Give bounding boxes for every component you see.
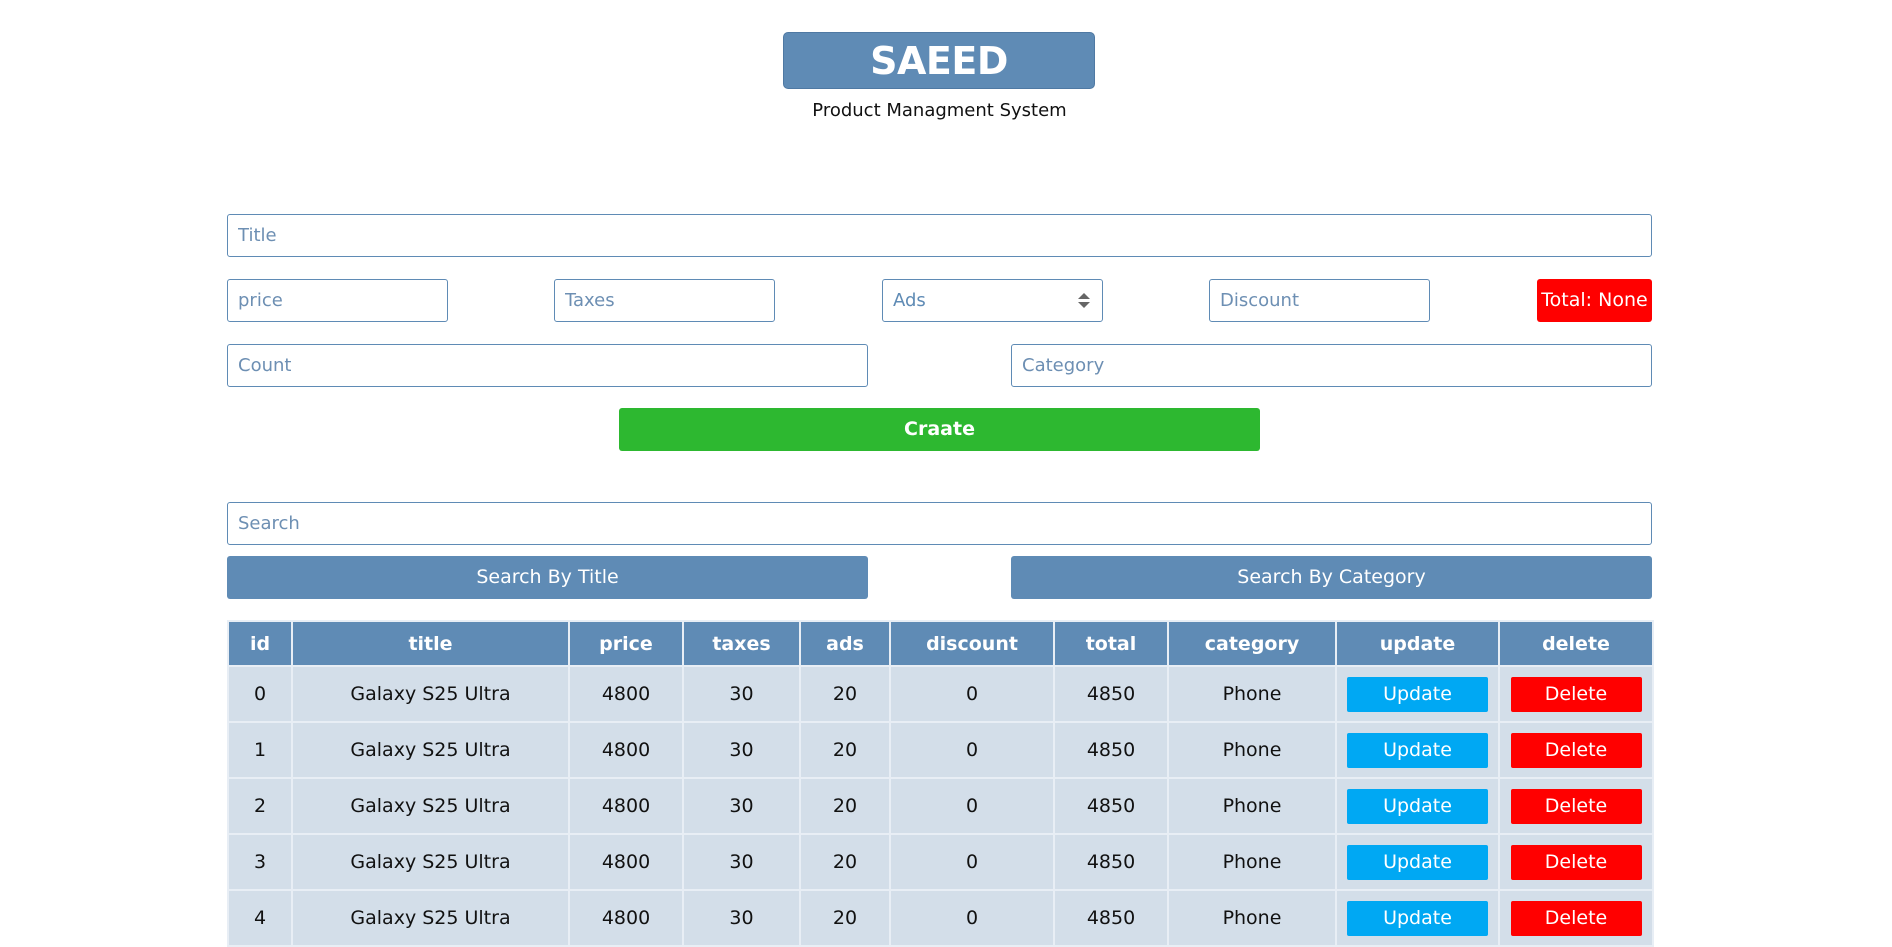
- column-header-title: title: [291, 620, 570, 667]
- column-header-delete: delete: [1498, 620, 1654, 667]
- cell-ads: 20: [799, 777, 891, 835]
- cell-total: 4850: [1053, 721, 1169, 779]
- cell-taxes: 30: [682, 777, 801, 835]
- cell-delete: Delete: [1498, 665, 1654, 723]
- cell-taxes: 30: [682, 665, 801, 723]
- search-by-category-button[interactable]: Search By Category: [1011, 556, 1652, 599]
- cell-total: 4850: [1053, 665, 1169, 723]
- cell-ads: 20: [799, 889, 891, 947]
- cell-price: 4800: [568, 777, 684, 835]
- cell-price: 4800: [568, 721, 684, 779]
- cell-total: 4850: [1053, 777, 1169, 835]
- cell-discount: 0: [889, 665, 1055, 723]
- cell-id: 1: [227, 721, 293, 779]
- cell-price: 4800: [568, 889, 684, 947]
- cell-discount: 0: [889, 833, 1055, 891]
- cell-taxes: 30: [682, 833, 801, 891]
- column-header-total: total: [1053, 620, 1169, 667]
- cell-discount: 0: [889, 889, 1055, 947]
- update-button[interactable]: Update: [1347, 788, 1488, 824]
- cell-id: 3: [227, 833, 293, 891]
- cell-id: 4: [227, 889, 293, 947]
- cell-taxes: 30: [682, 721, 801, 779]
- cell-category: Phone: [1167, 889, 1337, 947]
- cell-ads: 20: [799, 833, 891, 891]
- table-row: 1 Galaxy S25 Ultra 4800 30 20 0 4850 Pho…: [227, 721, 1654, 779]
- column-header-id: id: [227, 620, 293, 667]
- search-by-title-button[interactable]: Search By Title: [227, 556, 868, 599]
- title-input[interactable]: [227, 214, 1652, 257]
- brand-title: SAEED Baaidhan: [783, 32, 1095, 140]
- cell-category: Phone: [1167, 665, 1337, 723]
- table-row: 3 Galaxy S25 Ultra 4800 30 20 0 4850 Pho…: [227, 833, 1654, 891]
- delete-button[interactable]: Delete: [1510, 844, 1642, 880]
- total-badge: Total: None: [1537, 279, 1652, 322]
- taxes-input[interactable]: [554, 279, 775, 322]
- cell-category: Phone: [1167, 833, 1337, 891]
- column-header-taxes: taxes: [682, 620, 801, 667]
- column-header-price: price: [568, 620, 684, 667]
- cell-title: Galaxy S25 Ultra: [291, 777, 570, 835]
- category-input[interactable]: [1011, 344, 1652, 387]
- cell-update: Update: [1335, 665, 1500, 723]
- cell-title: Galaxy S25 Ultra: [291, 721, 570, 779]
- ads-input[interactable]: Ads: [882, 279, 1103, 322]
- delete-button[interactable]: Delete: [1510, 900, 1642, 936]
- table-header-row: id title price taxes ads discount total …: [227, 620, 1654, 667]
- cell-title: Galaxy S25 Ultra: [291, 833, 570, 891]
- cell-category: Phone: [1167, 777, 1337, 835]
- delete-button[interactable]: Delete: [1510, 788, 1642, 824]
- cell-ads: 20: [799, 721, 891, 779]
- cell-discount: 0: [889, 777, 1055, 835]
- cell-category: Phone: [1167, 721, 1337, 779]
- column-header-update: update: [1335, 620, 1500, 667]
- count-input[interactable]: [227, 344, 868, 387]
- column-header-discount: discount: [889, 620, 1055, 667]
- search-input[interactable]: [227, 502, 1652, 545]
- cell-id: 2: [227, 777, 293, 835]
- cell-taxes: 30: [682, 889, 801, 947]
- cell-update: Update: [1335, 833, 1500, 891]
- table-row: 0 Galaxy S25 Ultra 4800 30 20 0 4850 Pho…: [227, 665, 1654, 723]
- column-header-category: category: [1167, 620, 1337, 667]
- update-button[interactable]: Update: [1347, 732, 1488, 768]
- cell-title: Galaxy S25 Ultra: [291, 665, 570, 723]
- delete-button[interactable]: Delete: [1510, 732, 1642, 768]
- cell-update: Update: [1335, 777, 1500, 835]
- price-input[interactable]: [227, 279, 448, 322]
- cell-discount: 0: [889, 721, 1055, 779]
- cell-price: 4800: [568, 833, 684, 891]
- cell-total: 4850: [1053, 889, 1169, 947]
- update-button[interactable]: Update: [1347, 676, 1488, 712]
- delete-button[interactable]: Delete: [1510, 676, 1642, 712]
- update-button[interactable]: Update: [1347, 900, 1488, 936]
- cell-delete: Delete: [1498, 833, 1654, 891]
- page-subtitle: Product Managment System: [812, 100, 1067, 121]
- cell-update: Update: [1335, 889, 1500, 947]
- column-header-ads: ads: [799, 620, 891, 667]
- update-button[interactable]: Update: [1347, 844, 1488, 880]
- cell-ads: 20: [799, 665, 891, 723]
- products-table: id title price taxes ads discount total …: [227, 620, 1654, 947]
- cell-update: Update: [1335, 721, 1500, 779]
- create-button[interactable]: Craate: [619, 408, 1260, 451]
- cell-title: Galaxy S25 Ultra: [291, 889, 570, 947]
- cell-delete: Delete: [1498, 889, 1654, 947]
- cell-delete: Delete: [1498, 721, 1654, 779]
- cell-id: 0: [227, 665, 293, 723]
- table-row: 4 Galaxy S25 Ultra 4800 30 20 0 4850 Pho…: [227, 889, 1654, 947]
- cell-total: 4850: [1053, 833, 1169, 891]
- spinner-icon[interactable]: [1078, 293, 1090, 308]
- ads-placeholder: Ads: [893, 290, 926, 311]
- cell-price: 4800: [568, 665, 684, 723]
- discount-input[interactable]: [1209, 279, 1430, 322]
- cell-delete: Delete: [1498, 777, 1654, 835]
- table-row: 2 Galaxy S25 Ultra 4800 30 20 0 4850 Pho…: [227, 777, 1654, 835]
